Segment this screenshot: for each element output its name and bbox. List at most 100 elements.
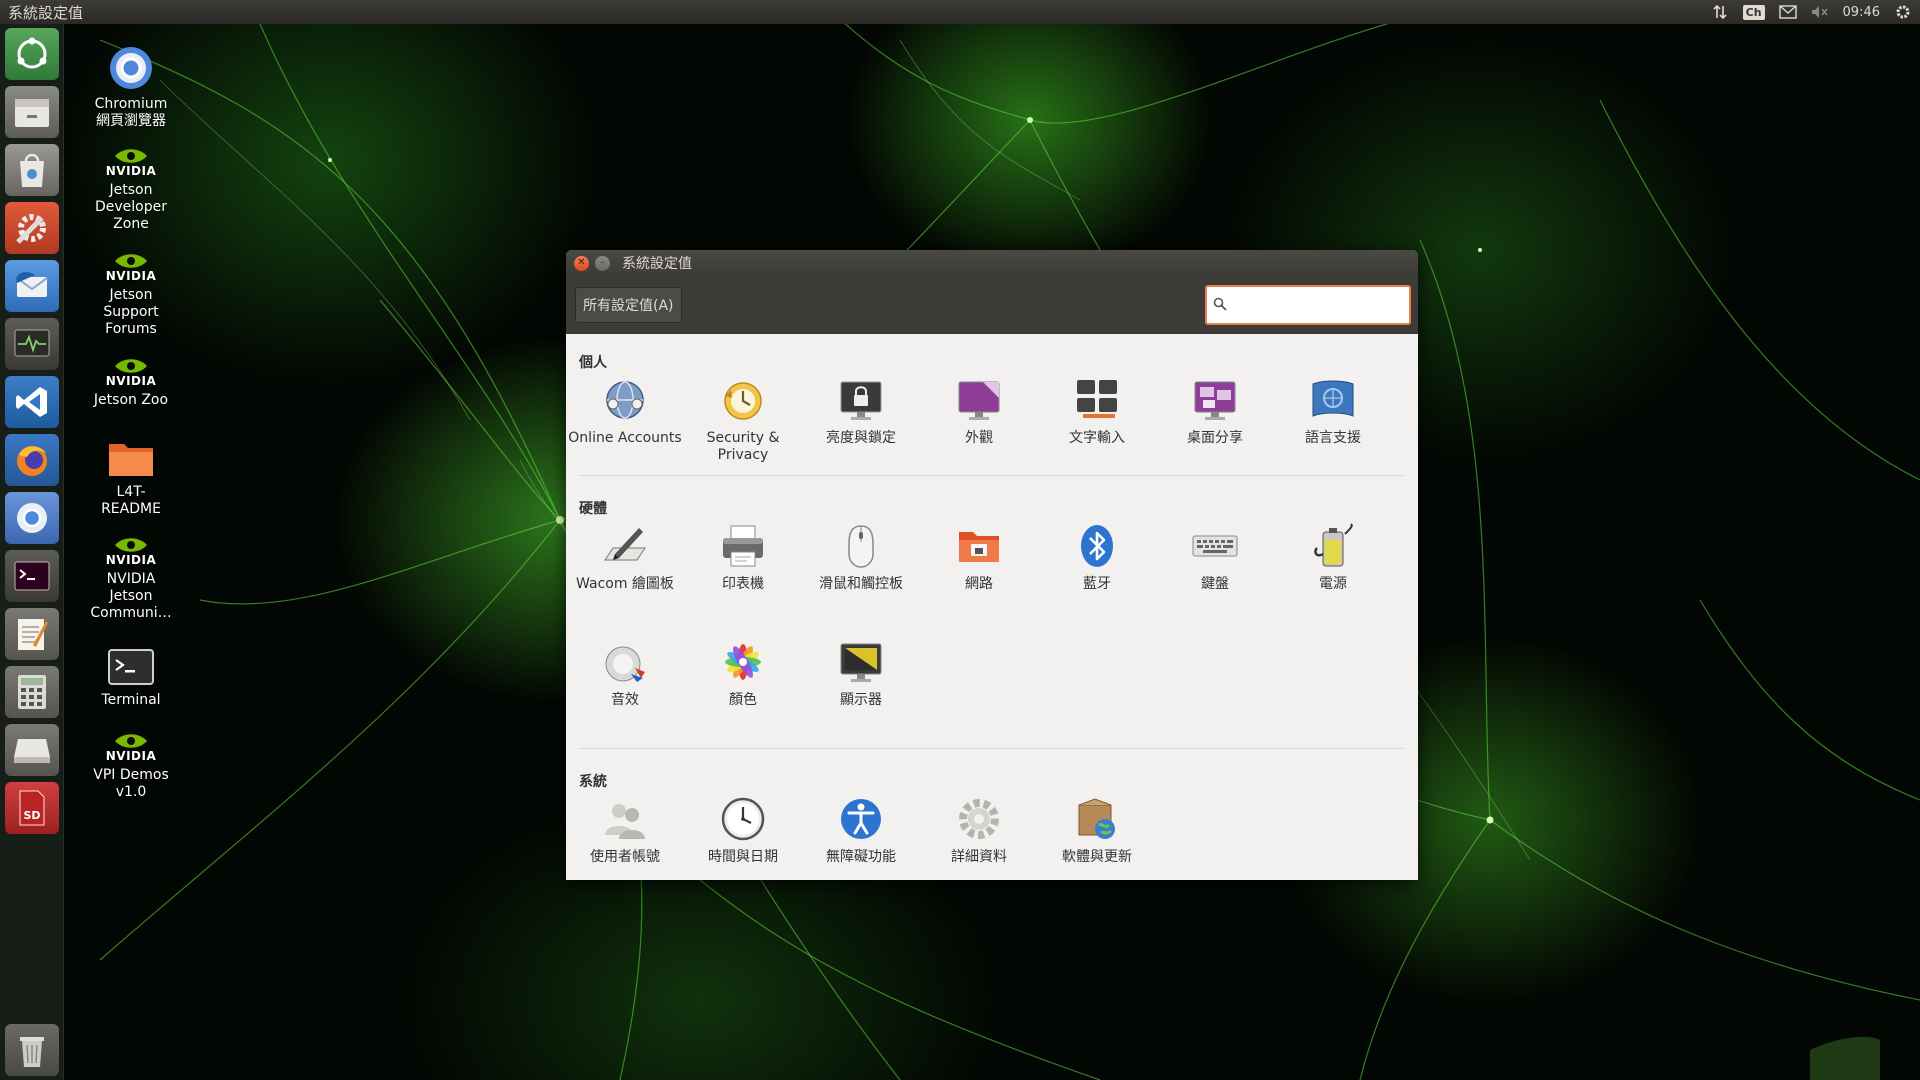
launcher-system-monitor-icon[interactable] — [5, 318, 59, 370]
settings-item-label: 網路 — [965, 576, 993, 592]
settings-item-bluetooth[interactable]: 藍牙 — [1038, 520, 1156, 593]
search-icon — [1213, 296, 1227, 315]
minimize-button[interactable]: – — [595, 255, 610, 271]
close-button[interactable]: ✕ — [574, 255, 589, 271]
desktop-icon-label: Developer — [94, 199, 167, 215]
settings-item-user-accounts[interactable]: 使用者帳號 — [566, 793, 684, 866]
online-accounts-icon — [599, 374, 651, 426]
settings-item-details[interactable]: 詳細資料 — [920, 793, 1038, 866]
settings-item-sound[interactable]: 音效 — [566, 636, 684, 709]
security-privacy-icon — [717, 374, 769, 426]
settings-item-keyboard[interactable]: 鍵盤 — [1156, 520, 1274, 593]
time-date-icon — [717, 793, 769, 845]
desktop-icon-chromium[interactable]: Chromium 網頁瀏覽器 — [71, 44, 191, 130]
network-transfer-icon[interactable] — [1711, 3, 1729, 21]
accessibility-icon — [835, 793, 887, 845]
desktop-icon-nvidia-jetson-community[interactable]: NVIDIA NVIDIA Jetson Communi… — [71, 536, 191, 622]
language-support-icon — [1307, 374, 1359, 426]
desktop-icon-jetson-developer-zone[interactable]: NVIDIA Jetson Developer Zone — [71, 147, 191, 233]
launcher-chromium-icon[interactable] — [5, 492, 59, 544]
settings-item-label: 顏色 — [729, 692, 757, 708]
power-icon — [1307, 520, 1359, 572]
mail-icon[interactable] — [1778, 3, 1797, 21]
window-titlebar[interactable]: ✕ – 系統設定值 — [566, 250, 1418, 276]
settings-item-label: Online Accounts — [568, 430, 682, 446]
launcher-firefox-icon[interactable] — [5, 434, 59, 486]
settings-item-network[interactable]: 網路 — [920, 520, 1038, 593]
chromium-icon — [71, 44, 191, 92]
settings-item-label: 音效 — [611, 692, 639, 708]
settings-item-wacom-tablet[interactable]: Wacom 繪圖板 — [566, 520, 684, 593]
settings-item-text-entry[interactable]: 文字輸入 — [1038, 374, 1156, 447]
launcher-files-icon[interactable] — [5, 86, 59, 138]
desktop-icon-jetson-support-forums[interactable]: NVIDIA Jetson Support Forums — [71, 252, 191, 338]
desktop-icon-label: Jetson Zoo — [93, 392, 169, 408]
section-divider — [578, 748, 1404, 749]
section-title-hardware: 硬體 — [579, 501, 607, 517]
settings-item-color[interactable]: 顏色 — [684, 636, 802, 709]
launcher-drive-icon[interactable] — [5, 724, 59, 776]
brightness-lock-icon — [835, 374, 887, 426]
desktop-icon-label: L4T- — [116, 484, 146, 500]
volume-muted-icon[interactable] — [1811, 3, 1829, 21]
desktop-icon-label: Zone — [113, 216, 149, 232]
network-icon — [953, 520, 1005, 572]
settings-item-label: 鍵盤 — [1201, 576, 1229, 592]
settings-item-mouse-touchpad[interactable]: 滑鼠和觸控板 — [802, 520, 920, 593]
clock[interactable]: 09:46 — [1843, 5, 1880, 20]
settings-item-online-accounts[interactable]: Online Accounts — [566, 374, 684, 447]
nvidia-wordmark: NVIDIA — [105, 164, 157, 178]
launcher-text-editor-icon[interactable] — [5, 608, 59, 660]
desktop-icon-label: Forums — [105, 321, 157, 337]
settings-item-label: Security & Privacy — [706, 430, 780, 463]
settings-item-time-date[interactable]: 時間與日期 — [684, 793, 802, 866]
desktop-icon-label: NVIDIA — [106, 571, 156, 587]
settings-item-label: 藍牙 — [1083, 576, 1111, 592]
settings-item-appearance[interactable]: 外觀 — [920, 374, 1038, 447]
window-toolbar: 所有設定值(A) — [566, 276, 1418, 334]
desktop-icon-terminal[interactable]: Terminal — [71, 648, 191, 709]
appearance-icon — [953, 374, 1005, 426]
search-input[interactable] — [1231, 290, 1401, 320]
launcher-system-settings-icon[interactable] — [5, 202, 59, 254]
launcher-terminal-icon[interactable] — [5, 550, 59, 602]
settings-item-label: 桌面分享 — [1187, 430, 1243, 446]
nvidia-logo-icon: NVIDIA — [71, 252, 191, 283]
settings-item-brightness-lock[interactable]: 亮度與鎖定 — [802, 374, 920, 447]
text-entry-icon — [1071, 374, 1123, 426]
desktop-icon-label: v1.0 — [115, 784, 147, 800]
all-settings-button[interactable]: 所有設定值(A) — [575, 287, 682, 323]
nvidia-logo-icon: NVIDIA — [71, 732, 191, 763]
launcher-sd-card-icon[interactable]: SD — [5, 782, 59, 834]
settings-item-security-privacy[interactable]: Security & Privacy — [684, 374, 802, 464]
settings-item-desktop-sharing[interactable]: 桌面分享 — [1156, 374, 1274, 447]
launcher-vscode-icon[interactable] — [5, 376, 59, 428]
system-tray: Ch 09:46 — [1711, 3, 1920, 21]
launcher-trash-icon[interactable] — [5, 1024, 59, 1076]
settings-item-software-updates[interactable]: 軟體與更新 — [1038, 793, 1156, 866]
window-title: 系統設定值 — [622, 256, 692, 272]
settings-item-display[interactable]: 顯示器 — [802, 636, 920, 709]
launcher-ubuntu-settings-icon[interactable] — [5, 28, 59, 80]
printer-icon — [717, 520, 769, 572]
svg-text:SD: SD — [23, 809, 40, 822]
keyboard-layout-indicator[interactable]: Ch — [1742, 4, 1765, 20]
session-gear-icon[interactable] — [1894, 3, 1912, 21]
desktop-icon-l4t-readme[interactable]: L4T- README — [71, 438, 191, 518]
search-box[interactable] — [1205, 285, 1411, 325]
launcher-software-icon[interactable] — [5, 144, 59, 196]
settings-item-label: 電源 — [1319, 576, 1347, 592]
settings-item-accessibility[interactable]: 無障礙功能 — [802, 793, 920, 866]
desktop-icon-label: Support — [103, 304, 159, 320]
launcher-calculator-icon[interactable] — [5, 666, 59, 718]
settings-item-printer[interactable]: 印表機 — [684, 520, 802, 593]
settings-item-label: 無障礙功能 — [826, 849, 896, 865]
desktop-icon-jetson-zoo[interactable]: NVIDIA Jetson Zoo — [71, 357, 191, 409]
launcher-thunderbird-icon[interactable] — [5, 260, 59, 312]
details-icon — [953, 793, 1005, 845]
settings-item-power[interactable]: 電源 — [1274, 520, 1392, 593]
settings-item-label: 顯示器 — [840, 692, 882, 708]
settings-item-language-support[interactable]: 語言支援 — [1274, 374, 1392, 447]
settings-item-label: 語言支援 — [1305, 430, 1361, 446]
desktop-icon-vpi-demos[interactable]: NVIDIA VPI Demos v1.0 — [71, 732, 191, 801]
